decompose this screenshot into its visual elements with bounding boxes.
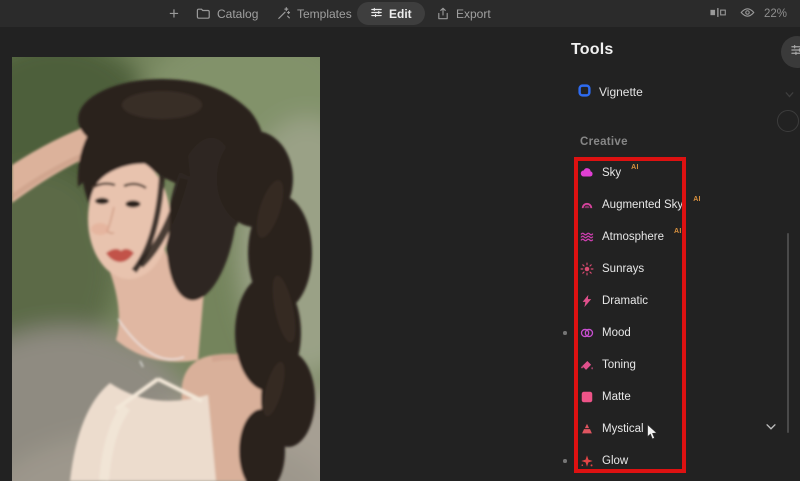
- chevron-down-icon[interactable]: [764, 420, 778, 439]
- eye-icon: [740, 5, 755, 23]
- mystical-pyramid-icon: [580, 422, 594, 436]
- tool-item-matte[interactable]: Matte: [580, 381, 750, 413]
- creative-section-label: Creative: [580, 136, 628, 148]
- tool-item-vignette[interactable]: Vignette: [578, 84, 643, 100]
- ai-badge: AI: [674, 228, 682, 235]
- modified-indicator-dot: [563, 331, 567, 335]
- toning-bucket-icon: [580, 358, 594, 372]
- sunrays-sun-icon: [580, 262, 594, 276]
- add-button[interactable]: +: [164, 0, 184, 27]
- edit-sliders-icon: [370, 6, 383, 22]
- ai-badge: AI: [693, 196, 701, 203]
- folder-icon: [196, 6, 211, 21]
- dramatic-bolt-icon: [580, 294, 594, 308]
- tab-label: Catalog: [217, 6, 259, 21]
- tool-label: Dramatic: [602, 295, 649, 307]
- tool-label: Mood: [602, 327, 631, 339]
- tool-label: Matte: [602, 391, 631, 403]
- photo-canvas[interactable]: [12, 57, 320, 481]
- tab-label: Edit: [389, 6, 412, 21]
- tab-catalog[interactable]: Catalog: [196, 0, 258, 27]
- tool-label: Toning: [602, 359, 636, 371]
- tool-label: Vignette: [599, 85, 643, 99]
- export-icon: [436, 7, 450, 21]
- panel-scrollbar[interactable]: [787, 233, 789, 433]
- vignette-icon: [578, 84, 591, 100]
- tab-label: Export: [456, 6, 491, 21]
- tool-label: Mystical: [602, 423, 644, 435]
- tool-item-dramatic[interactable]: Dramatic: [580, 285, 750, 317]
- tool-label: Atmosphere: [602, 231, 665, 243]
- tab-label: Templates: [297, 6, 352, 21]
- tool-label: Sky: [602, 167, 622, 179]
- atmosphere-waves-icon: [580, 230, 594, 244]
- compare-icon: [710, 5, 726, 23]
- tool-item-glow[interactable]: Glow: [580, 445, 750, 477]
- tab-templates[interactable]: Templates: [276, 0, 352, 27]
- cursor-pointer: [646, 423, 659, 447]
- tab-edit[interactable]: Edit: [357, 2, 425, 25]
- glow-sparkle-icon: [580, 454, 594, 468]
- plus-icon: +: [169, 3, 179, 23]
- tool-item-mood[interactable]: Mood: [580, 317, 750, 349]
- sliders-icon: [790, 43, 800, 62]
- tool-item-augmented-sky[interactable]: Augmented Sky AI: [580, 189, 750, 221]
- preview-toggle-button[interactable]: [740, 0, 755, 27]
- vignette-toggle[interactable]: [777, 110, 799, 132]
- tool-item-atmosphere[interactable]: Atmosphere AI: [580, 221, 750, 253]
- compare-view-button[interactable]: [710, 0, 726, 27]
- tool-label: Sunrays: [602, 263, 645, 275]
- topbar: + Catalog Templates Edit Export 22%: [0, 0, 800, 27]
- tool-item-mystical[interactable]: Mystical: [580, 413, 750, 445]
- creative-tools-list: Sky AI Augmented Sky AI Atmosphere AI Su…: [580, 157, 750, 477]
- panel-settings-button[interactable]: [781, 36, 800, 68]
- tool-item-toning[interactable]: Toning: [580, 349, 750, 381]
- panel-title: Tools: [571, 41, 614, 58]
- mood-circles-icon: [580, 326, 594, 340]
- matte-square-icon: [580, 390, 594, 404]
- tool-item-sunrays[interactable]: Sunrays: [580, 253, 750, 285]
- magic-wand-icon: [276, 6, 291, 21]
- tool-label: Augmented Sky: [602, 199, 684, 211]
- tool-label: Glow: [602, 455, 629, 467]
- app: + Catalog Templates Edit Export 22% Tool…: [0, 0, 800, 481]
- zoom-level[interactable]: 22%: [764, 0, 787, 27]
- sky-cloud-icon: [580, 166, 594, 180]
- ai-badge: AI: [631, 164, 639, 171]
- vignette-chevron-icon[interactable]: [783, 88, 796, 106]
- modified-indicator-dot: [563, 459, 567, 463]
- photo-image: [12, 57, 320, 481]
- tab-export[interactable]: Export: [436, 0, 491, 27]
- augmented-sky-icon: [580, 198, 594, 212]
- tool-item-sky[interactable]: Sky AI: [580, 157, 750, 189]
